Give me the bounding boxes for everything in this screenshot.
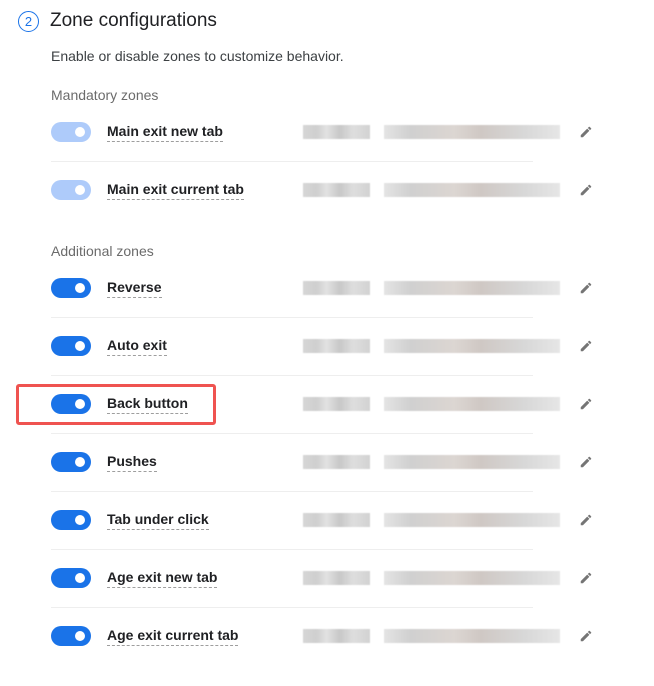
redacted-value bbox=[384, 339, 560, 353]
pencil-icon[interactable] bbox=[579, 629, 593, 643]
zone-name-link[interactable]: Age exit new tab bbox=[107, 569, 218, 588]
redacted-value bbox=[303, 455, 370, 469]
group-label-additional: Additional zones bbox=[51, 243, 154, 259]
pencil-icon[interactable] bbox=[579, 281, 593, 295]
step-title: Zone configurations bbox=[50, 10, 217, 31]
pencil-icon[interactable] bbox=[579, 455, 593, 469]
group-label-mandatory: Mandatory zones bbox=[51, 87, 159, 103]
zone-toggle[interactable] bbox=[51, 626, 91, 646]
pencil-icon[interactable] bbox=[579, 125, 593, 139]
redacted-value bbox=[384, 513, 560, 527]
zone-configurations-page: 2 Zone configurations Enable or disable … bbox=[0, 0, 654, 686]
toggle-knob bbox=[75, 341, 85, 351]
redacted-value bbox=[384, 281, 560, 295]
redacted-value bbox=[384, 397, 560, 411]
pencil-icon[interactable] bbox=[579, 513, 593, 527]
toggle-knob bbox=[75, 631, 85, 641]
zone-name-link[interactable]: Pushes bbox=[107, 453, 157, 472]
redacted-value bbox=[303, 397, 370, 411]
zone-name-link[interactable]: Auto exit bbox=[107, 337, 167, 356]
redacted-value bbox=[303, 281, 370, 295]
zone-toggle[interactable] bbox=[51, 180, 91, 200]
zone-name-link[interactable]: Age exit current tab bbox=[107, 627, 239, 646]
redacted-value bbox=[384, 455, 560, 469]
pencil-icon[interactable] bbox=[579, 183, 593, 197]
redacted-value bbox=[384, 629, 560, 643]
toggle-knob bbox=[75, 127, 85, 137]
step-number-badge: 2 bbox=[18, 10, 39, 32]
zone-toggle[interactable] bbox=[51, 510, 91, 530]
pencil-icon[interactable] bbox=[579, 397, 593, 411]
toggle-knob bbox=[75, 399, 85, 409]
toggle-knob bbox=[75, 573, 85, 583]
zone-name-link[interactable]: Reverse bbox=[107, 279, 162, 298]
zone-toggle[interactable] bbox=[51, 122, 91, 142]
redacted-value bbox=[303, 629, 370, 643]
redacted-value bbox=[303, 513, 370, 527]
zone-toggle[interactable] bbox=[51, 452, 91, 472]
toggle-knob bbox=[75, 515, 85, 525]
zone-toggle[interactable] bbox=[51, 336, 91, 356]
toggle-knob bbox=[75, 457, 85, 467]
step-header: 2 Zone configurations bbox=[18, 8, 217, 34]
section-description: Enable or disable zones to customize beh… bbox=[51, 48, 344, 64]
redacted-value bbox=[384, 183, 560, 197]
zone-name-link[interactable]: Main exit new tab bbox=[107, 123, 223, 142]
zone-name-link[interactable]: Tab under click bbox=[107, 511, 209, 530]
redacted-value bbox=[303, 571, 370, 585]
toggle-knob bbox=[75, 185, 85, 195]
pencil-icon[interactable] bbox=[579, 339, 593, 353]
redacted-value bbox=[384, 125, 560, 139]
redacted-value bbox=[303, 125, 370, 139]
toggle-knob bbox=[75, 283, 85, 293]
zone-name-link[interactable]: Back button bbox=[107, 395, 188, 414]
redacted-value bbox=[303, 183, 370, 197]
pencil-icon[interactable] bbox=[579, 571, 593, 585]
zone-toggle[interactable] bbox=[51, 394, 91, 414]
redacted-value bbox=[303, 339, 370, 353]
redacted-value bbox=[384, 571, 560, 585]
zone-toggle[interactable] bbox=[51, 568, 91, 588]
zone-name-link[interactable]: Main exit current tab bbox=[107, 181, 244, 200]
zone-toggle[interactable] bbox=[51, 278, 91, 298]
